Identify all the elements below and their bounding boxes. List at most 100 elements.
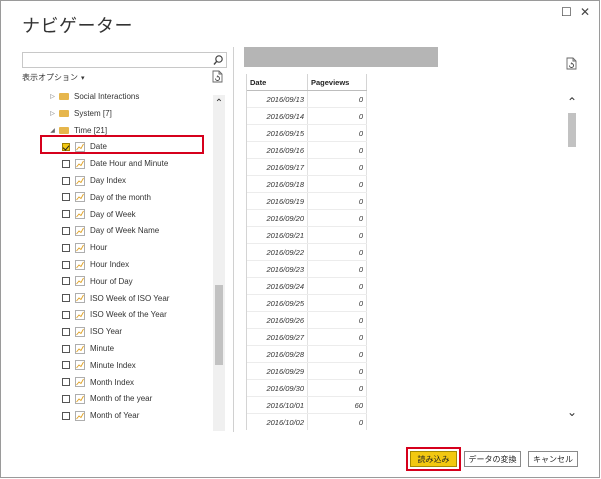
field-chart-icon: [75, 158, 85, 169]
cell-pageviews: 0: [307, 209, 367, 227]
tree-field[interactable]: Minute Index: [62, 357, 136, 374]
column-header-date[interactable]: Date: [247, 74, 308, 91]
tree-field[interactable]: ISO Week of ISO Year: [62, 290, 169, 307]
field-chart-icon: [75, 410, 85, 421]
field-checkbox[interactable]: [62, 378, 70, 387]
tree-field[interactable]: Hour Index: [62, 256, 129, 273]
scroll-up-icon[interactable]: ⌃: [213, 99, 225, 109]
table-header-row: Date Pageviews: [247, 74, 367, 91]
cell-pageviews: 0: [307, 124, 367, 142]
tree-field[interactable]: Hour: [62, 239, 107, 256]
table-row: 2016/09/26 0: [247, 311, 367, 329]
table-row: 2016/09/15 0: [247, 124, 367, 142]
tree-field-label: Hour Index: [90, 260, 130, 269]
field-chart-icon: [75, 393, 85, 404]
tree-field-label: Day Index: [90, 176, 127, 185]
tree-folder[interactable]: ▷ Social Interactions: [48, 88, 139, 105]
field-checkbox[interactable]: [62, 344, 70, 353]
expand-icon[interactable]: ▷: [48, 110, 57, 117]
tree-field-label: ISO Week of ISO Year: [90, 293, 170, 303]
tree-field[interactable]: Month of the year: [62, 390, 152, 407]
refresh-icon[interactable]: [212, 70, 223, 83]
expand-icon[interactable]: ▷: [48, 93, 57, 100]
expand-icon[interactable]: ◢: [48, 127, 57, 134]
search-input[interactable]: [23, 56, 209, 71]
field-checkbox[interactable]: [62, 294, 70, 303]
tree-field[interactable]: Minute: [62, 340, 114, 357]
table-row: 2016/09/14 0: [247, 107, 367, 125]
pane-divider[interactable]: [233, 47, 234, 432]
tree-field[interactable]: Month of Year: [62, 407, 139, 424]
search-box[interactable]: [22, 52, 227, 71]
preview-scroll-thumb[interactable]: [568, 113, 576, 147]
field-chart-icon: [75, 259, 85, 270]
cancel-button[interactable]: キャンセル: [528, 451, 578, 467]
tree-scroll-thumb[interactable]: [215, 285, 223, 365]
search-icon[interactable]: [212, 53, 224, 67]
column-header-pageviews[interactable]: Pageviews: [307, 74, 367, 91]
folder-icon: [59, 93, 69, 100]
field-checkbox[interactable]: [62, 243, 70, 252]
scroll-up-icon[interactable]: ⌃: [566, 96, 578, 108]
cell-date: 2016/09/22: [247, 243, 308, 261]
field-checkbox[interactable]: [62, 226, 70, 235]
tree-field[interactable]: Day of Week Name: [62, 222, 159, 239]
field-checkbox[interactable]: [62, 210, 70, 219]
cell-date: 2016/09/17: [247, 158, 308, 176]
field-checkbox[interactable]: [62, 193, 70, 202]
tree-field[interactable]: Date Hour and Minute: [62, 155, 168, 172]
refresh-icon[interactable]: [566, 57, 577, 70]
tree-field-label: Day of Week Name: [90, 226, 160, 236]
cell-pageviews: 0: [307, 90, 367, 108]
tree-field[interactable]: Day of Week: [62, 206, 136, 223]
field-chart-icon: [75, 192, 85, 203]
tree-field[interactable]: Hour of Day: [62, 273, 133, 290]
table-row: 2016/09/28 0: [247, 345, 367, 363]
maximize-button[interactable]: ☐: [561, 5, 572, 19]
tree-field[interactable]: ISO Week of the Year: [62, 306, 167, 323]
tree-scrollbar[interactable]: ⌃: [213, 95, 225, 431]
tree-field[interactable]: ISO Year: [62, 323, 122, 340]
table-row: 2016/09/23 0: [247, 260, 367, 278]
load-highlight-box: [406, 447, 461, 471]
preview-scrollbar[interactable]: ⌃ ⌄: [566, 95, 578, 421]
close-button[interactable]: ✕: [580, 5, 590, 19]
tree-field-label: Day of Week: [90, 209, 136, 219]
cell-pageviews: 0: [307, 277, 367, 295]
field-checkbox[interactable]: [62, 411, 70, 420]
cell-pageviews: 0: [307, 362, 367, 380]
field-chart-icon: [75, 309, 85, 320]
tree-field-label: ISO Week of the Year: [90, 310, 167, 320]
cell-pageviews: 0: [307, 226, 367, 244]
field-checkbox[interactable]: [62, 310, 70, 319]
cell-pageviews: 0: [307, 345, 367, 363]
display-options-menu[interactable]: 表示オプション ▾: [22, 72, 85, 83]
field-checkbox[interactable]: [62, 260, 70, 269]
field-checkbox[interactable]: [62, 176, 70, 185]
table-row: 2016/09/21 0: [247, 226, 367, 244]
field-chart-icon: [75, 343, 85, 354]
window-title: ナビゲーター: [22, 16, 133, 36]
scroll-down-icon[interactable]: ⌄: [566, 406, 578, 418]
field-chart-icon: [75, 225, 85, 236]
tree-field[interactable]: Day of the month: [62, 189, 151, 206]
table-row: 2016/09/29 0: [247, 362, 367, 380]
cell-pageviews: 0: [307, 175, 367, 193]
field-checkbox[interactable]: [62, 327, 70, 336]
tree-folder[interactable]: ▷ System [7]: [48, 105, 112, 122]
cell-date: 2016/09/15: [247, 124, 308, 142]
tree-field[interactable]: Month Index: [62, 374, 134, 391]
table-row: 2016/09/30 0: [247, 379, 367, 397]
tree-field-label: Day of the month: [90, 192, 151, 202]
field-chart-icon: [75, 360, 85, 371]
field-checkbox[interactable]: [62, 159, 70, 168]
table-row: 2016/09/13 0: [247, 90, 367, 108]
field-checkbox[interactable]: [62, 361, 70, 370]
field-chart-icon: [75, 293, 85, 303]
cell-date: 2016/09/16: [247, 141, 308, 159]
transform-data-button[interactable]: データの変換: [464, 451, 521, 467]
cell-date: 2016/09/14: [247, 107, 308, 125]
tree-field[interactable]: Day Index: [62, 172, 126, 189]
field-checkbox[interactable]: [62, 394, 70, 403]
field-checkbox[interactable]: [62, 277, 70, 286]
